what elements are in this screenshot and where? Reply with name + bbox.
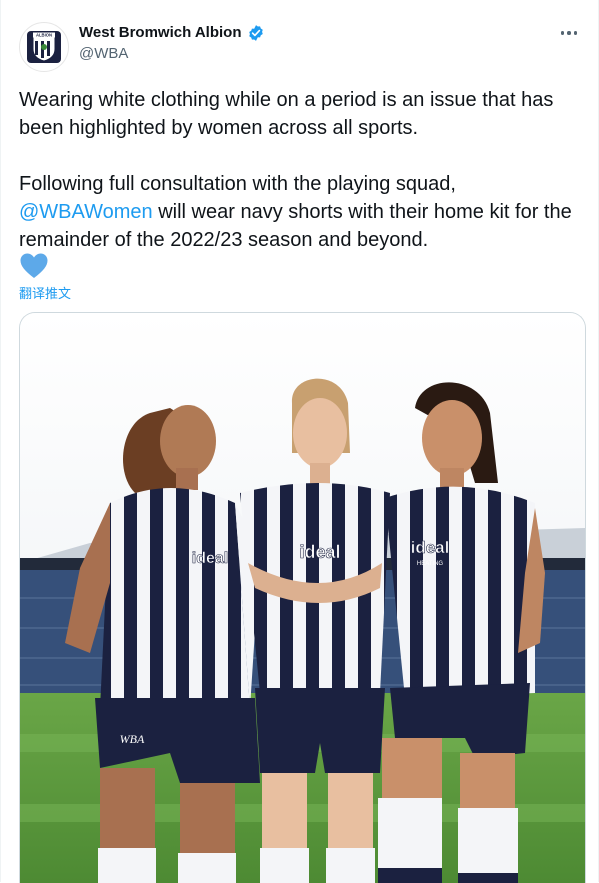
verified-badge-icon <box>248 25 263 41</box>
tweet-paragraph-2-prefix: Following full consultation with the pla… <box>19 173 456 195</box>
crest-lettering: ALBION <box>36 33 52 38</box>
shorts-crest: WBA <box>120 732 145 746</box>
more-options-icon[interactable] <box>558 26 580 40</box>
tweet-body: Wearing white clothing while on a period… <box>19 86 589 254</box>
tweet-card: ALBION West Bromwich Albion @WBA Wearing… <box>0 0 599 883</box>
author-handle[interactable]: @WBA <box>79 44 265 64</box>
tweet-paragraph-2: Following full consultation with the pla… <box>19 170 589 254</box>
blue-heart-emoji-icon <box>20 253 48 278</box>
translate-tweet-link[interactable]: 翻译推文 <box>19 283 71 302</box>
tweet-paragraph-1: Wearing white clothing while on a period… <box>19 89 554 139</box>
kit-sponsor-logo-right: ideal <box>411 538 450 557</box>
author-avatar[interactable]: ALBION <box>19 22 69 72</box>
players-photo: ideal ideal HEATING ideal WBA <box>20 313 585 883</box>
kit-sponsor-logo: ideal <box>299 542 340 562</box>
author-name-row[interactable]: West Bromwich Albion <box>79 24 265 42</box>
author-name[interactable]: West Bromwich Albion <box>79 24 242 42</box>
author-block: West Bromwich Albion @WBA <box>79 24 265 64</box>
mention-link[interactable]: @WBAWomen <box>19 201 153 223</box>
tweet-media-photo[interactable]: ideal ideal HEATING ideal WBA <box>19 312 586 883</box>
club-crest-icon: ALBION <box>27 31 61 63</box>
kit-sponsor-logo-left: ideal <box>192 550 228 567</box>
kit-sponsor-sub: HEATING <box>417 561 444 567</box>
